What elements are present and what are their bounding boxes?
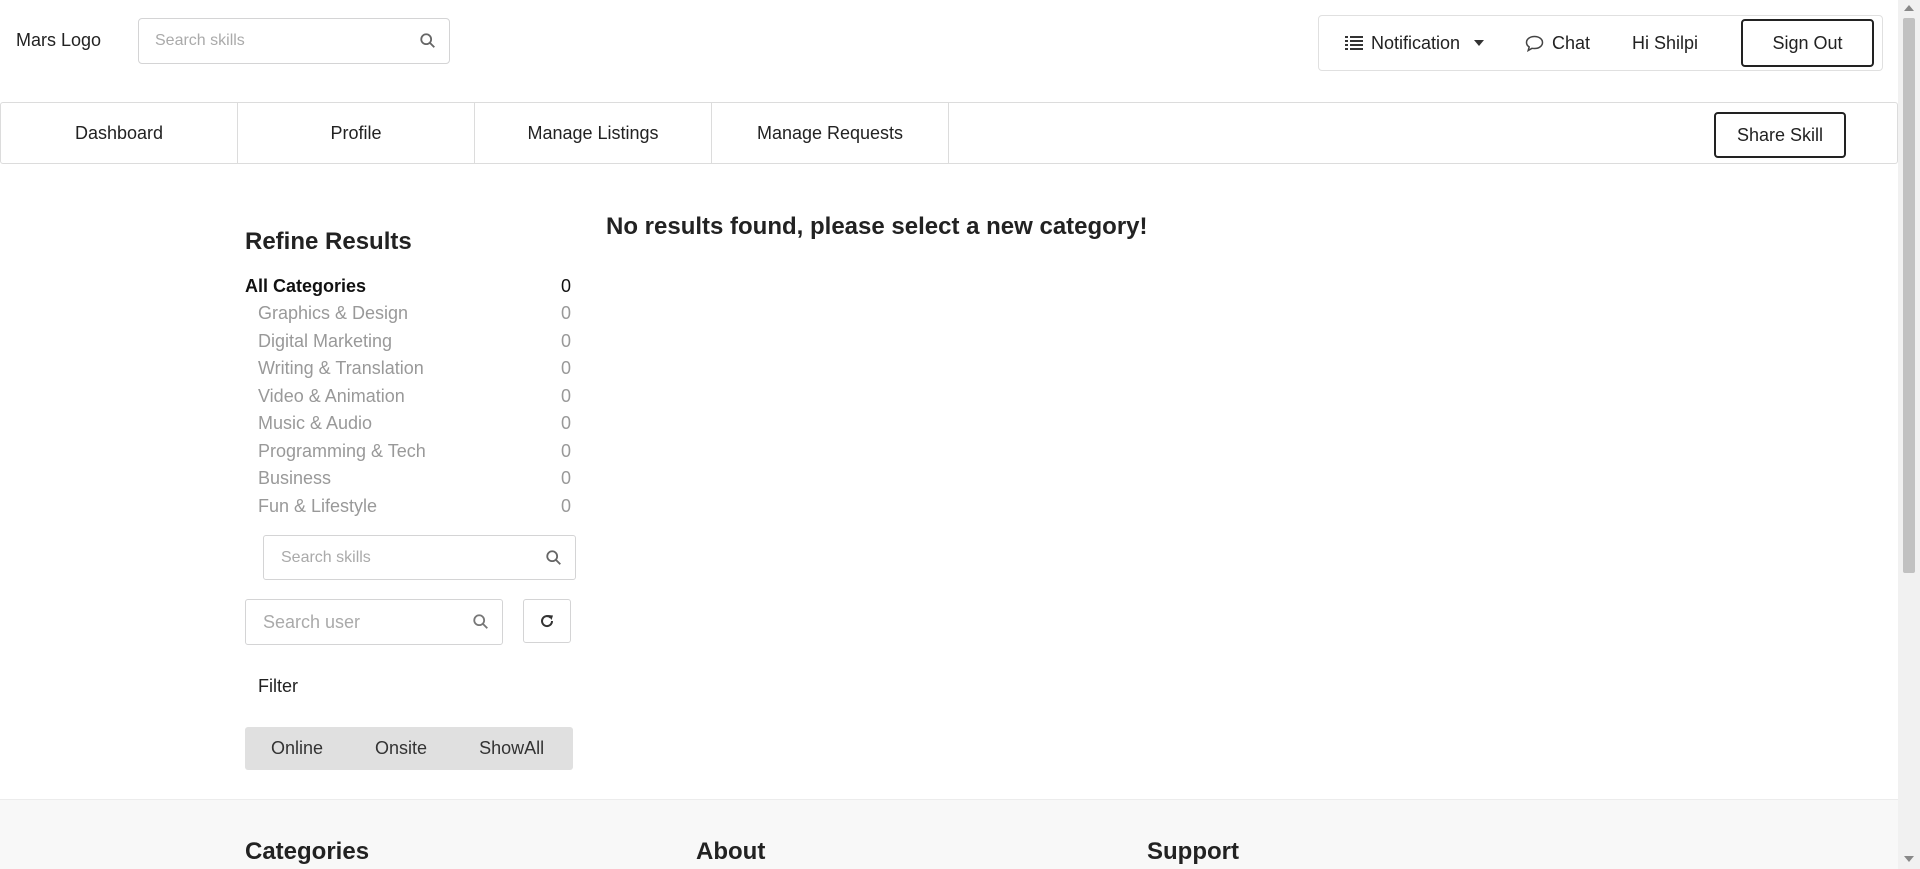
category-count: 0: [560, 303, 571, 323]
tab-dashboard[interactable]: Dashboard: [1, 103, 238, 163]
footer-heading-categories: Categories: [245, 838, 370, 865]
filter-button-group: Online Onsite ShowAll: [245, 727, 573, 770]
category-programming-tech[interactable]: Programming & Tech 0: [245, 438, 571, 465]
user-menu: Notification Chat Hi Shilpi Sign Out: [1318, 15, 1883, 71]
category-writing-translation[interactable]: Writing & Translation 0: [245, 355, 571, 382]
vertical-scrollbar[interactable]: [1898, 0, 1920, 869]
category-label: Programming & Tech: [258, 440, 426, 461]
share-skill-button[interactable]: Share Skill: [1714, 112, 1846, 158]
category-fun-lifestyle[interactable]: Fun & Lifestyle 0: [245, 493, 571, 520]
user-search-input[interactable]: [246, 600, 502, 644]
skill-search-input[interactable]: [264, 536, 575, 579]
category-count: 0: [560, 330, 571, 351]
tab-manage-listings[interactable]: Manage Listings: [475, 103, 712, 163]
category-label: Graphics & Design: [258, 303, 409, 323]
category-label: Video & Animation: [258, 385, 405, 406]
category-count: 0: [560, 495, 571, 516]
refresh-icon: [541, 615, 554, 628]
category-business[interactable]: Business 0: [245, 465, 571, 492]
category-graphics-design[interactable]: Graphics & Design 0: [245, 300, 571, 327]
scroll-down-arrow-icon[interactable]: [1904, 856, 1914, 862]
header-search-input[interactable]: [139, 19, 449, 63]
category-label: Music & Audio: [258, 413, 373, 433]
refresh-button[interactable]: [523, 599, 571, 643]
filter-onsite-button[interactable]: Onsite: [349, 727, 453, 770]
main-nav: Dashboard Profile Manage Listings Manage…: [0, 102, 1898, 164]
category-digital-marketing[interactable]: Digital Marketing 0: [245, 328, 571, 355]
refine-results-heading: Refine Results: [245, 228, 412, 255]
top-bar: Mars Logo Notification: [0, 0, 1898, 84]
category-label: All Categories: [245, 276, 367, 296]
category-all[interactable]: All Categories 0: [245, 273, 571, 300]
notification-dropdown[interactable]: Notification: [1345, 16, 1485, 70]
filter-label: Filter: [258, 676, 298, 696]
search-icon[interactable]: [545, 549, 563, 567]
search-icon[interactable]: [472, 613, 490, 631]
category-count: 0: [560, 385, 571, 406]
category-count: 0: [560, 358, 571, 378]
filter-online-button[interactable]: Online: [245, 727, 349, 770]
list-icon: [1345, 36, 1363, 50]
header-search: [138, 18, 450, 64]
user-search: [245, 599, 503, 645]
chat-bubble-icon: [1525, 35, 1544, 52]
category-label: Writing & Translation: [258, 358, 424, 378]
footer-heading-about: About: [696, 838, 766, 865]
user-greeting[interactable]: Hi Shilpi: [1632, 16, 1698, 70]
chat-link[interactable]: Chat: [1525, 16, 1590, 70]
category-label: Digital Marketing: [258, 330, 393, 351]
category-count: 0: [560, 468, 571, 488]
footer-heading-support: Support: [1147, 838, 1239, 865]
page: Mars Logo Notification: [0, 0, 1920, 869]
category-label: Business: [258, 468, 332, 488]
category-count: 0: [560, 276, 571, 296]
site-logo[interactable]: Mars Logo: [16, 30, 101, 51]
chevron-down-icon: [1474, 40, 1485, 46]
tab-profile[interactable]: Profile: [238, 103, 475, 163]
tab-manage-requests[interactable]: Manage Requests: [712, 103, 949, 163]
skill-search: [263, 535, 576, 580]
notification-label: Notification: [1371, 32, 1461, 53]
category-label: Fun & Lifestyle: [258, 495, 378, 516]
no-results-message: No results found, please select a new ca…: [606, 213, 1148, 240]
category-count: 0: [560, 413, 571, 433]
scroll-up-arrow-icon[interactable]: [1904, 5, 1914, 11]
category-video-animation[interactable]: Video & Animation 0: [245, 383, 571, 410]
category-count: 0: [560, 440, 571, 461]
search-icon[interactable]: [419, 32, 437, 50]
chat-label: Chat: [1552, 32, 1591, 53]
category-music-audio[interactable]: Music & Audio 0: [245, 410, 571, 437]
filter-showall-button[interactable]: ShowAll: [453, 727, 570, 770]
sign-out-button[interactable]: Sign Out: [1741, 19, 1874, 67]
scrollbar-thumb[interactable]: [1903, 18, 1915, 573]
